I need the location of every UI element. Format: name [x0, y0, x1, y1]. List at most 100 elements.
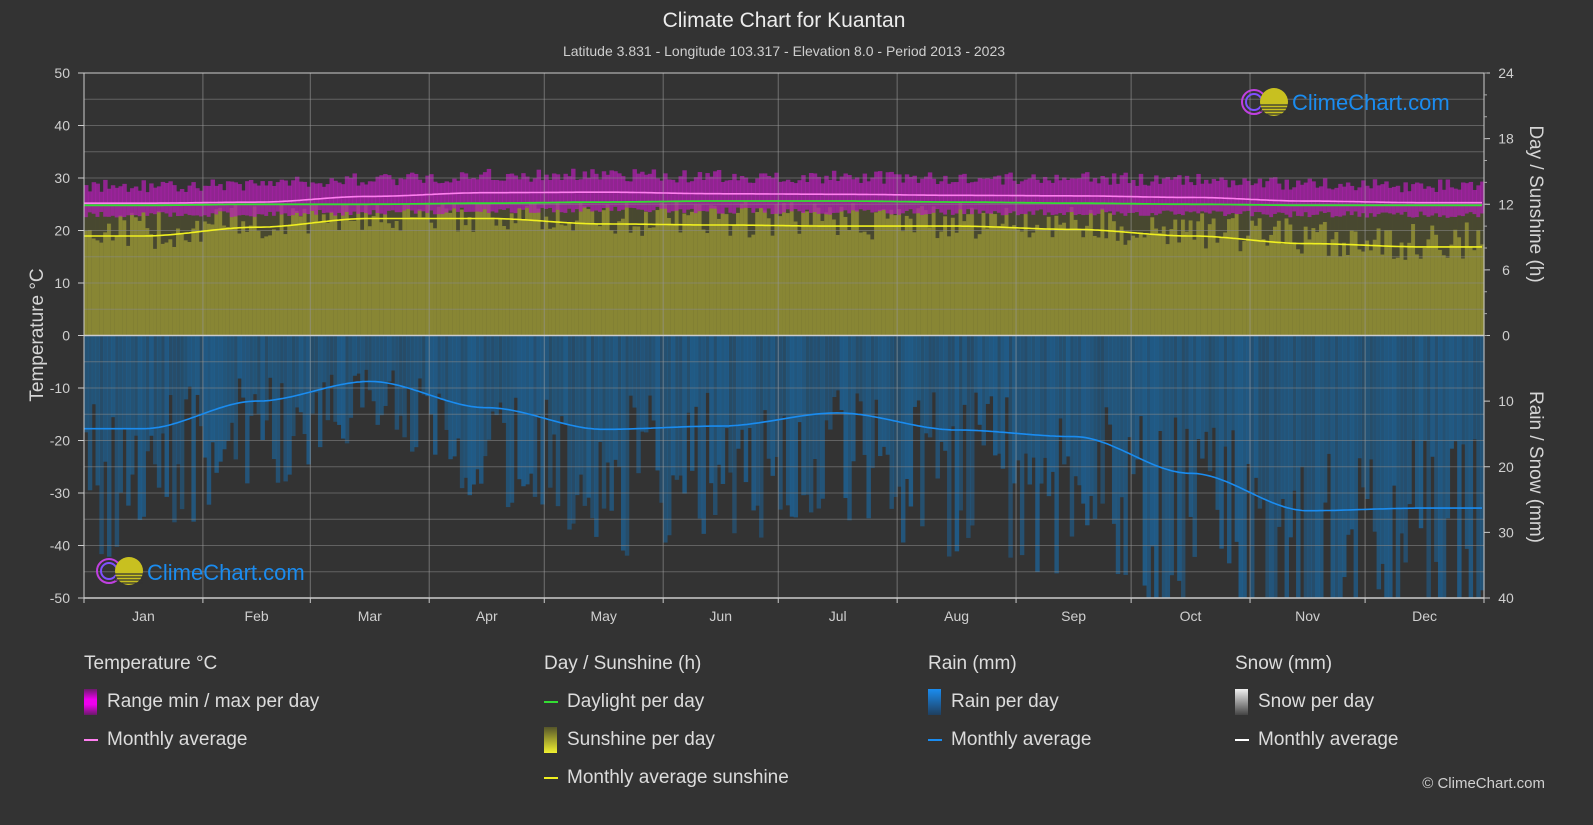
- rain-bar: [908, 335, 914, 507]
- temp-range-bar: [954, 182, 960, 214]
- rain-bar: [693, 335, 699, 407]
- sunshine-bar: [122, 220, 127, 336]
- rain-bar: [1108, 335, 1113, 425]
- sunshine-bar: [344, 204, 350, 336]
- sunshine-bar: [333, 215, 338, 336]
- sunshine-bar: [904, 215, 910, 336]
- rain-bar: [1173, 335, 1178, 418]
- sunshine-bar: [498, 219, 503, 336]
- sunshine-bar: [1131, 235, 1136, 336]
- rain-bar: [904, 335, 910, 479]
- rain-bar: [973, 335, 979, 393]
- sunshine-bar: [870, 239, 875, 336]
- sunshine-bar: [413, 217, 419, 336]
- rain-bar: [1227, 335, 1232, 564]
- temp-range-bar: [160, 181, 166, 213]
- rain-bar: [505, 335, 511, 508]
- rain-bar: [828, 335, 833, 430]
- rain-bar: [329, 335, 334, 375]
- temp-range-bar: [1219, 177, 1224, 212]
- sunshine-bar: [406, 203, 411, 336]
- sunshine-bar: [544, 216, 549, 336]
- temp-range-bar: [191, 182, 196, 216]
- rain-bar: [160, 335, 166, 434]
- sunshine-bar: [977, 234, 983, 336]
- sunshine-bar: [601, 210, 607, 336]
- legend-label: Rain per day: [951, 691, 1059, 712]
- sunshine-bar: [1138, 233, 1144, 336]
- rain-swatch: [928, 689, 941, 715]
- sunshine-bar: [739, 203, 745, 336]
- rain-bar: [1322, 335, 1328, 503]
- grid-lines: [83, 72, 1485, 599]
- rain-bar: [145, 335, 150, 452]
- temp-range-bar: [1142, 184, 1148, 216]
- rain-bar: [398, 335, 403, 416]
- rain-bar: [1050, 335, 1056, 472]
- sunshine-bar: [1441, 255, 1447, 336]
- rain-bar: [429, 335, 434, 415]
- temp-range-bar: [1165, 176, 1171, 211]
- rain-bar: [690, 335, 695, 471]
- temp-range-bar: [298, 181, 304, 216]
- rain-bar: [1253, 335, 1259, 478]
- legend-item: Monthly average sunshine: [544, 766, 789, 790]
- right-bottom-tick-label: 10: [1498, 393, 1514, 409]
- rain-bar: [1230, 335, 1236, 431]
- temp-range-bar: [1368, 188, 1374, 214]
- temp-range-bar: [84, 185, 89, 218]
- sunshine-bar: [1134, 237, 1140, 336]
- sunshine-bar: [678, 232, 683, 336]
- temp-range-bar: [797, 180, 802, 212]
- month-label: Jul: [829, 608, 847, 624]
- rain-bar: [870, 335, 875, 469]
- sunshine-bar: [1250, 220, 1255, 336]
- sunshine-bar: [103, 232, 108, 336]
- sunshine-bar: [114, 235, 120, 336]
- logo-bottom[interactable]: ClimeChart.com: [96, 557, 305, 585]
- rain-bar: [785, 335, 791, 506]
- temp-range-bar: [421, 182, 426, 212]
- rain-bar: [1207, 335, 1213, 472]
- rain-bar: [1123, 335, 1128, 575]
- sunshine-bar: [509, 213, 515, 336]
- sunshine-bar: [628, 232, 634, 336]
- rain-bar: [1460, 335, 1466, 445]
- sunshine-bar: [126, 245, 131, 336]
- rain-bar: [156, 335, 162, 488]
- sunshine-bar: [390, 227, 396, 336]
- temp-range-bar: [759, 173, 764, 209]
- rain-bar: [866, 335, 871, 519]
- sunshine-bar: [222, 225, 227, 336]
- sunshine-bar: [429, 222, 434, 336]
- temp-range-bar: [1230, 180, 1236, 214]
- temp-range-bar: [1288, 189, 1293, 218]
- temp-range-bar: [1276, 183, 1282, 213]
- legend-label: Snow per day: [1258, 691, 1375, 712]
- rain-bar: [172, 335, 177, 523]
- rain-bar: [759, 335, 764, 538]
- sunshine-bar: [578, 202, 584, 336]
- logo-top[interactable]: ClimeChart.com: [1241, 88, 1450, 116]
- sunshine-bar: [325, 222, 331, 336]
- sunshine-bar: [156, 211, 162, 336]
- sunshine-bar: [759, 207, 764, 336]
- sunshine-bar: [1457, 237, 1462, 336]
- temp-range-bar: [1180, 184, 1186, 216]
- sunshine-bar: [1008, 228, 1013, 336]
- rain-bar: [939, 335, 944, 442]
- temp-range-bar: [782, 181, 787, 213]
- sunshine-bar: [352, 220, 357, 336]
- sunshine-bar: [1204, 248, 1209, 336]
- sunshine-bar: [137, 220, 143, 336]
- legend-item: Snow per day: [1235, 689, 1398, 715]
- sunshine-bar: [1372, 239, 1378, 336]
- temp-range-bar: [168, 181, 173, 217]
- sunshine-bar: [1196, 221, 1201, 336]
- temp-range-bar: [429, 174, 434, 211]
- sunshine-bar: [1242, 241, 1247, 336]
- temp-range-bar: [494, 179, 499, 213]
- temp-range-bar: [1211, 178, 1217, 211]
- sunshine-bar: [897, 209, 902, 336]
- sunshine-bar: [1422, 248, 1428, 336]
